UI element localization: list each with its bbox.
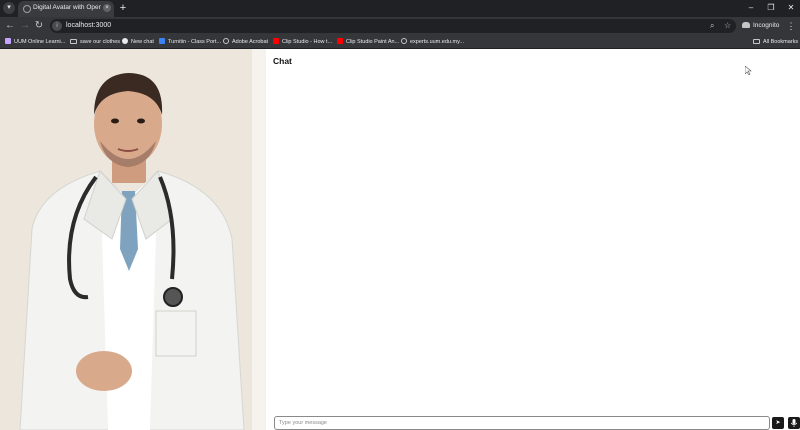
doctor-avatar-image <box>0 49 266 430</box>
bookmark-label: UUM Online Learni... <box>14 39 66 45</box>
globe-icon <box>401 38 407 44</box>
tab-search-button[interactable]: ▾ <box>3 2 15 14</box>
microphone-button[interactable] <box>788 417 800 429</box>
incognito-icon <box>742 22 750 29</box>
bookmark-star-icon[interactable]: ☆ <box>724 20 734 32</box>
bookmark-save-our-clothes[interactable]: save our clothes <box>70 37 120 47</box>
folder-icon <box>70 39 77 44</box>
reload-button[interactable]: ↻ <box>32 19 46 33</box>
site-info-icon[interactable]: i <box>52 21 62 31</box>
youtube-icon <box>273 38 279 44</box>
browser-tab-strip: ▾ Digital Avatar with OpenVi × + – ❐ ✕ <box>0 0 800 17</box>
maximize-button[interactable]: ❐ <box>764 2 778 14</box>
uum-icon <box>5 38 11 44</box>
tab-close-button[interactable]: × <box>103 4 111 12</box>
bookmark-label: Clip Studio Paint An... <box>346 39 400 45</box>
incognito-label: Incognito <box>753 22 780 29</box>
all-bookmarks-label: All Bookmarks <box>763 39 799 45</box>
zoom-icon[interactable]: ⌕ <box>710 20 720 32</box>
chat-panel: Chat ➤ <box>266 49 800 430</box>
bookmark-new-chat[interactable]: New chat <box>122 37 154 47</box>
microphone-icon <box>790 419 798 427</box>
mouse-cursor-icon <box>745 66 752 75</box>
tab-title: Digital Avatar with OpenVi <box>33 4 101 11</box>
back-button[interactable]: ← <box>3 19 17 33</box>
avatar-panel <box>0 49 266 430</box>
window-close-button[interactable]: ✕ <box>784 2 798 14</box>
hands <box>76 351 132 391</box>
new-tab-button[interactable]: + <box>117 1 129 15</box>
tab-favicon-icon <box>23 5 31 13</box>
bookmark-label: New chat <box>131 39 154 45</box>
forward-button[interactable]: → <box>18 19 32 33</box>
youtube-icon <box>337 38 343 44</box>
bookmark-experts-uum[interactable]: experts.uum.edu.my... <box>401 37 464 47</box>
chat-message-input[interactable] <box>274 416 770 430</box>
bookmark-label: Turnitin - Class Port... <box>168 39 221 45</box>
openai-icon <box>122 38 128 44</box>
minimize-button[interactable]: – <box>744 2 758 14</box>
chat-title: Chat <box>273 56 292 66</box>
bookmark-label: Clip Studio - How t... <box>282 39 333 45</box>
bookmark-clip-studio-paint[interactable]: Clip Studio Paint An... <box>337 37 399 47</box>
browser-menu-button[interactable]: ⋮ <box>786 20 796 32</box>
bookmark-adobe-acrobat[interactable]: Adobe Acrobat <box>223 37 268 47</box>
bookmark-label: Adobe Acrobat <box>232 39 269 45</box>
bookmark-clip-studio-how[interactable]: Clip Studio - How t... <box>273 37 332 47</box>
bookmark-label: experts.uum.edu.my... <box>410 39 465 45</box>
bookmark-uum[interactable]: UUM Online Learni... <box>5 37 65 47</box>
incognito-indicator[interactable]: Incognito <box>742 20 779 32</box>
folder-icon <box>753 39 760 44</box>
all-bookmarks-button[interactable]: All Bookmarks <box>753 37 798 47</box>
browser-tab[interactable]: Digital Avatar with OpenVi × <box>18 1 114 17</box>
bookmark-turnitin[interactable]: Turnitin - Class Port... <box>159 37 221 47</box>
browser-toolbar: ← → ↻ i localhost:3000 ⌕ ☆ Incognito ⋮ <box>0 17 800 35</box>
turnitin-icon <box>159 38 165 44</box>
bookmarks-bar: UUM Online Learni... save our clothes Ne… <box>0 35 800 49</box>
globe-icon <box>223 38 229 44</box>
bookmark-label: save our clothes <box>80 39 121 45</box>
address-url[interactable]: localhost:3000 <box>66 22 111 29</box>
address-bar[interactable]: i localhost:3000 ⌕ ☆ <box>50 19 736 33</box>
send-button[interactable]: ➤ <box>772 417 784 429</box>
